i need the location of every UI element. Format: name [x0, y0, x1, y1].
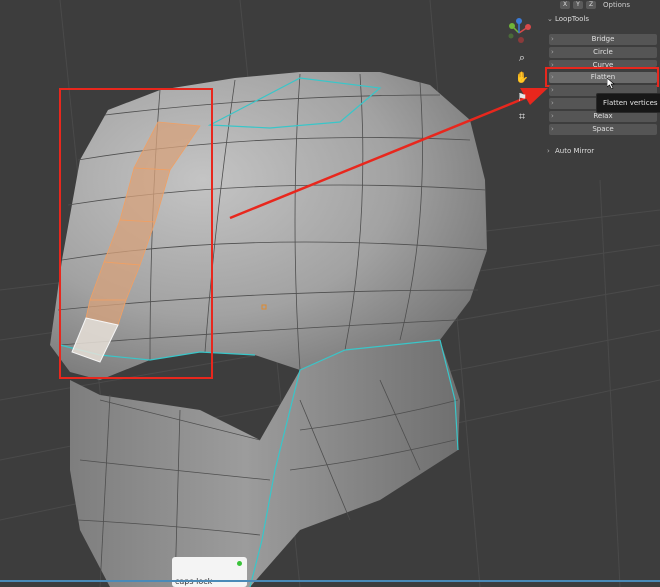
circle-label: Circle	[593, 48, 613, 56]
auto-mirror-header[interactable]: › Auto Mirror	[547, 147, 594, 155]
curve-button[interactable]: › Curve	[549, 60, 657, 69]
chevron-down-icon: ⌄	[547, 15, 553, 23]
relax-label: Relax	[593, 112, 613, 120]
caps-lock-indicator: caps lock	[172, 557, 247, 587]
navigation-gizmo[interactable]	[504, 18, 534, 48]
hand-icon[interactable]: ✋	[512, 70, 532, 86]
header-axis-controls: X Y Z Options	[560, 0, 660, 10]
3d-viewport[interactable]: X Y Z Options ⌕ ✋ ⚑ ⌗ ⌄ LoopTools › Bridge…	[0, 0, 660, 587]
chevron-right-icon: ›	[551, 73, 554, 81]
chevron-right-icon: ›	[551, 99, 554, 107]
bridge-button[interactable]: › Bridge	[549, 34, 657, 45]
bottom-divider	[0, 580, 660, 582]
flatten-tooltip: Flatten vertices on	[596, 93, 660, 113]
chevron-right-icon: ›	[551, 61, 554, 69]
caps-lock-led	[237, 561, 242, 566]
circle-button[interactable]: › Circle	[549, 47, 657, 58]
axis-button-x[interactable]: X	[560, 1, 570, 9]
curve-label: Curve	[592, 61, 614, 69]
space-button[interactable]: › Space	[549, 124, 657, 135]
zoom-icon[interactable]: ⌕	[512, 50, 532, 66]
space-label: Space	[592, 125, 614, 133]
axis-button-y[interactable]: Y	[573, 1, 583, 9]
camera-icon[interactable]: ⚑	[512, 90, 532, 106]
flatten-button[interactable]: › Flatten	[549, 72, 657, 83]
chevron-right-icon: ›	[551, 35, 554, 43]
chevron-right-icon: ›	[547, 147, 550, 155]
axis-button-z[interactable]: Z	[586, 1, 596, 9]
chevron-right-icon: ›	[551, 112, 554, 120]
head-mesh	[50, 72, 487, 380]
grid-icon[interactable]: ⌗	[512, 109, 532, 125]
bridge-label: Bridge	[591, 35, 615, 43]
chevron-right-icon: ›	[551, 125, 554, 133]
looptools-header[interactable]: ⌄ LoopTools	[547, 15, 589, 23]
looptools-title: LoopTools	[555, 15, 590, 23]
mouse-cursor-icon	[607, 78, 615, 89]
options-label[interactable]: Options	[603, 1, 630, 9]
chevron-right-icon: ›	[551, 86, 554, 94]
auto-mirror-title: Auto Mirror	[555, 147, 595, 155]
axis-gizmo-icon	[508, 18, 531, 43]
chevron-right-icon: ›	[551, 48, 554, 56]
looptools-panel: ⌄ LoopTools › Bridge › Circle › Curve › Flatt…	[541, 10, 660, 160]
